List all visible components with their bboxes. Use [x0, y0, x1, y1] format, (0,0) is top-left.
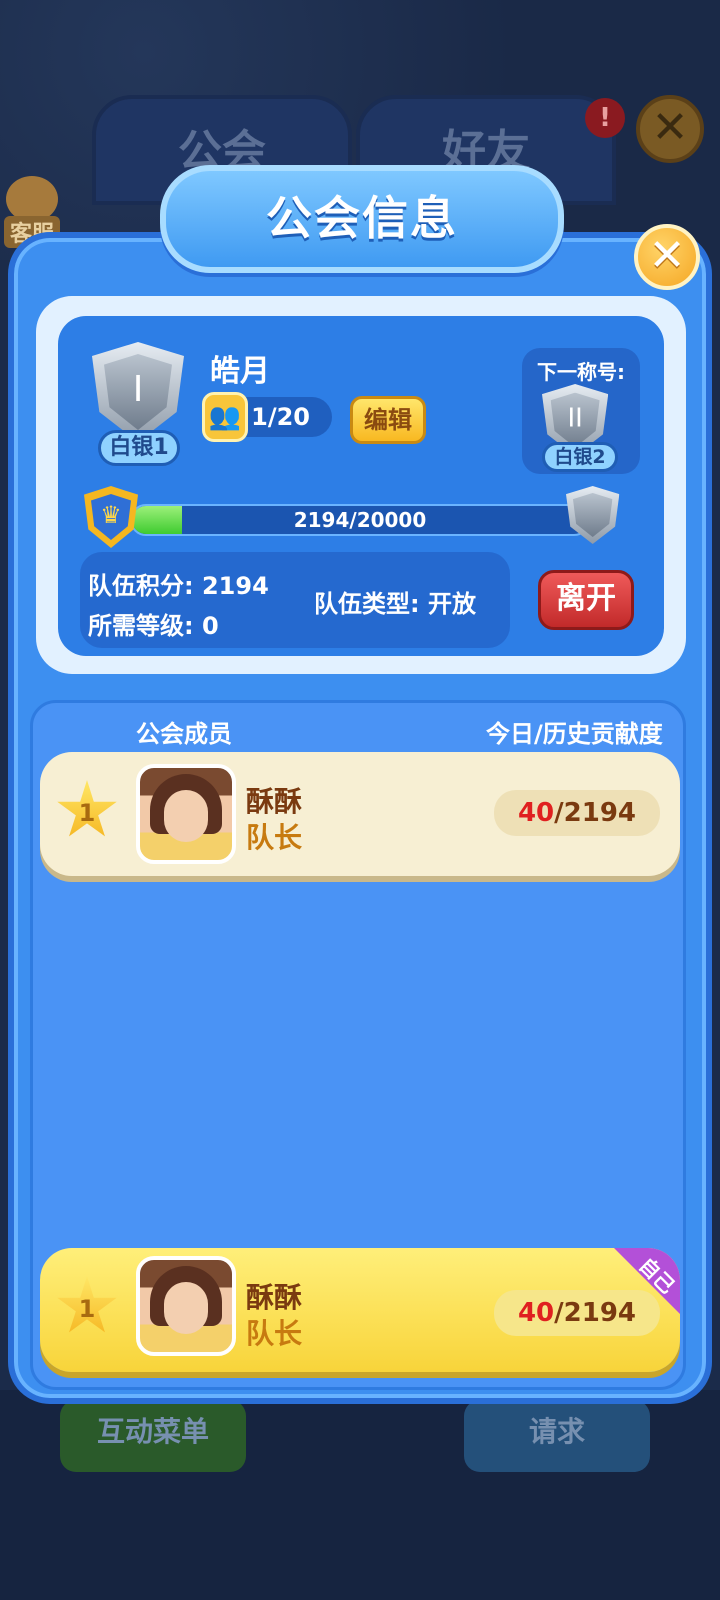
next-title-label: 下一称号:	[537, 360, 625, 384]
self-tag: 自己	[614, 1248, 680, 1314]
progress-end-shield-icon	[566, 486, 620, 544]
team-type-label: 队伍类型:	[314, 590, 420, 618]
background-close-button[interactable]: ✕	[636, 95, 704, 163]
self-member-row[interactable]: 1 酥酥 队长 40/2194	[40, 1248, 680, 1372]
required-level-value: 0	[201, 612, 219, 640]
team-type-value: 开放	[427, 590, 476, 618]
member-name: 酥酥	[246, 785, 303, 818]
member-row[interactable]: 1 酥酥 队长 40/2194	[40, 752, 680, 876]
request-button[interactable]: 请求	[464, 1400, 650, 1472]
members-header: 公会成员	[136, 720, 232, 748]
avatar	[136, 764, 236, 864]
rank-star-icon: 1	[57, 1276, 117, 1333]
progress-text: 2194/20000	[293, 508, 427, 532]
self-rank: 1	[78, 1295, 96, 1323]
members-icon: 👥	[202, 392, 248, 442]
alert-icon: !	[585, 98, 625, 138]
interaction-menu-button[interactable]: 互动菜单	[60, 1400, 246, 1472]
guild-name: 皓月	[210, 354, 270, 389]
avatar	[136, 1256, 236, 1356]
self-role: 队长	[246, 1317, 303, 1350]
team-score-label: 队伍积分:	[88, 572, 194, 600]
contribution-header: 今日/历史贡献度	[486, 720, 663, 748]
team-score: 队伍积分: 2194	[88, 566, 269, 601]
edit-button[interactable]: 编辑	[350, 396, 426, 444]
required-level-label: 所需等级:	[88, 612, 194, 640]
required-level: 所需等级: 0	[88, 606, 219, 641]
leave-button[interactable]: 离开	[538, 570, 634, 630]
team-type: 队伍类型: 开放	[314, 584, 476, 619]
next-rank-numeral: II	[550, 392, 600, 448]
team-score-value: 2194	[201, 572, 269, 600]
guild-progress-bar: 2194/20000	[130, 504, 590, 536]
today-contribution: 40	[517, 798, 555, 828]
dialog-title: 公会信息	[160, 165, 564, 273]
close-button[interactable]: ✕	[634, 224, 700, 290]
total-contribution: /2194	[554, 798, 637, 828]
self-name: 酥酥	[246, 1281, 303, 1314]
member-contribution: 40/2194	[494, 790, 660, 836]
dialog-title-text: 公会信息	[266, 191, 458, 245]
self-today-contribution: 40	[517, 1298, 555, 1328]
rank-shield-icon: I	[92, 342, 184, 442]
rank-star-icon: 1	[57, 780, 117, 837]
member-role: 队长	[246, 821, 303, 854]
rank-numeral: I	[104, 354, 172, 430]
next-rank-badge: 白银2	[542, 442, 618, 472]
member-rank: 1	[78, 799, 96, 827]
rank-badge: 白银1	[98, 430, 180, 466]
